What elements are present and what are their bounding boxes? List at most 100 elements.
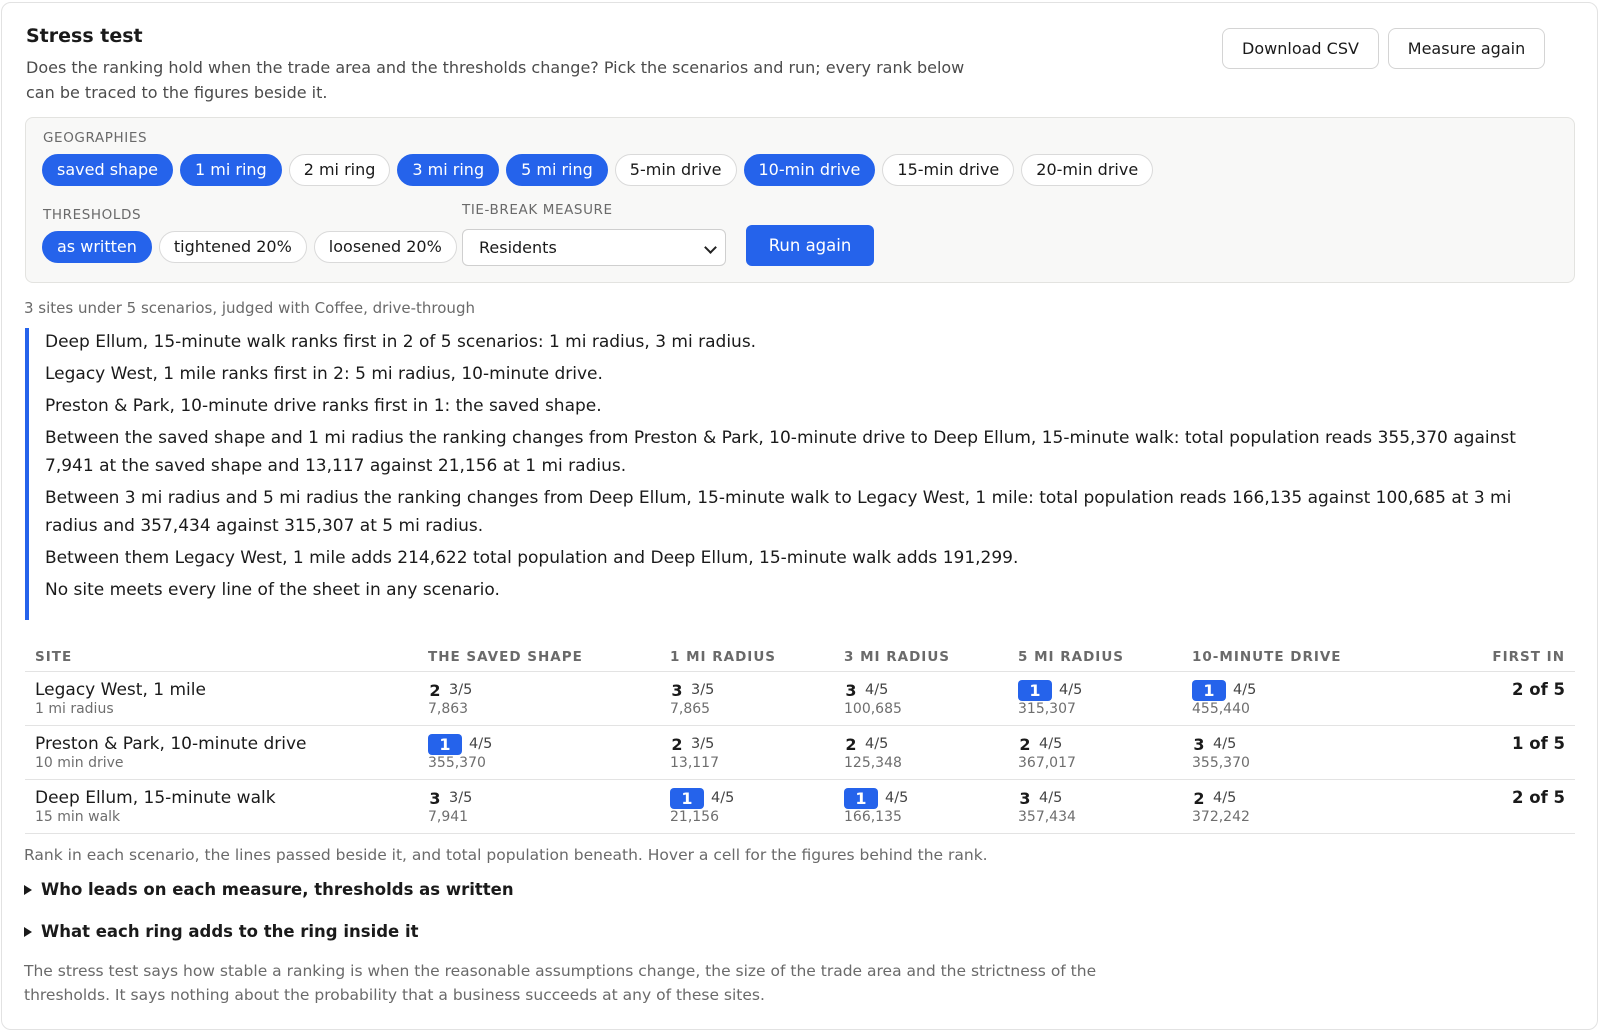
lines-passed: 4/5	[865, 682, 889, 698]
rank-cell[interactable]: 1 4/5 21,156	[660, 779, 834, 834]
footnote: The stress test says how stable a rankin…	[24, 962, 1097, 1004]
total-population: 7,941	[428, 808, 469, 825]
total-population: 13,117	[670, 754, 719, 771]
rank-cell[interactable]: 3 4/5 355,370	[1182, 725, 1392, 780]
lines-passed: 3/5	[449, 790, 473, 806]
threshold-chip[interactable]: loosened 20%	[313, 231, 457, 263]
rank-cell[interactable]: 2 4/5 372,242	[1182, 779, 1392, 834]
lines-passed: 4/5	[885, 790, 909, 806]
first-in-value: 2 of 5	[1512, 787, 1565, 807]
run-again-button[interactable]: Run again	[746, 225, 874, 266]
site-name: Deep Ellum, 15-minute walk	[35, 787, 276, 808]
column-header: 5 MI RADIUS	[1008, 643, 1182, 672]
geography-chip[interactable]: 1 mi ring	[179, 154, 282, 186]
rank-badge: 3	[671, 680, 683, 700]
total-population: 455,440	[1192, 700, 1250, 717]
disclosure-triangle-icon	[24, 926, 32, 937]
total-population: 355,370	[428, 754, 486, 771]
geography-chip[interactable]: 5-min drive	[614, 154, 737, 186]
geography-chip[interactable]: 5 mi ring	[506, 154, 608, 186]
total-population: 372,242	[1192, 808, 1250, 825]
geography-chip[interactable]: 10-min drive	[743, 154, 876, 186]
geography-chip[interactable]: saved shape	[42, 154, 173, 186]
ranking-table: SITE THE SAVED SHAPE 1 MI RADIUS 3 MI RADIU…	[25, 643, 1575, 834]
scenario-summary: 3 sites under 5 scenarios, judged with C…	[24, 299, 475, 317]
geography-chip-group: saved shape 1 mi ring 2 mi ring 3 mi ring 5 …	[42, 154, 1154, 186]
rank-badge: 3	[429, 788, 441, 808]
rank-cell[interactable]: 1 4/5 315,307	[1008, 671, 1182, 726]
rank-cell[interactable]: 3 4/5 100,685	[834, 671, 1008, 726]
finding-line: Between them Legacy West, 1 mile adds 21…	[45, 548, 1019, 568]
site-geography: 1 mi radius	[35, 700, 114, 717]
column-header: 1 MI RADIUS	[660, 643, 834, 672]
rank-badge: 2	[429, 680, 441, 700]
geography-chip[interactable]: 20-min drive	[1021, 154, 1154, 186]
rank-badge: 3	[845, 680, 857, 700]
lines-passed: 4/5	[1059, 682, 1083, 698]
rank-line: 1 4/5	[670, 787, 834, 809]
rank-line: 2 3/5	[428, 680, 660, 701]
rank-line: 2 4/5	[1192, 788, 1392, 809]
rank-badge: 3	[1193, 734, 1205, 754]
finding-line: Legacy West, 1 mile ranks first in 2: 5 …	[45, 364, 603, 384]
thresholds-label: THRESHOLDS	[43, 207, 142, 223]
lines-passed: 4/5	[1213, 790, 1237, 806]
column-header: SITE	[25, 643, 418, 672]
rank-line: 2 3/5	[670, 734, 834, 755]
tiebreak-select-value: Residents	[479, 238, 557, 257]
site-name: Legacy West, 1 mile	[35, 679, 206, 700]
threshold-chip-group: as written tightened 20% loosened 20%	[42, 231, 457, 263]
rank-cell[interactable]: 2 3/5 13,117	[660, 725, 834, 780]
first-in-cell: 1 of 5	[1392, 725, 1575, 780]
rank-line: 3 4/5	[1018, 788, 1182, 809]
disclosure-ring-additions[interactable]: What each ring adds to the ring inside i…	[24, 922, 419, 941]
threshold-chip[interactable]: tightened 20%	[158, 231, 307, 263]
column-header: 3 MI RADIUS	[834, 643, 1008, 672]
scenario-controls-panel: GEOGRAPHIES saved shape 1 mi ring 2 mi rin…	[25, 117, 1575, 283]
lines-passed: 4/5	[1039, 790, 1063, 806]
lines-passed: 4/5	[1233, 682, 1257, 698]
total-population: 166,135	[844, 808, 902, 825]
geography-chip[interactable]: 3 mi ring	[397, 154, 500, 186]
page-title: Stress test	[26, 25, 143, 47]
column-header: FIRST IN	[1392, 643, 1575, 672]
table-caption: Rank in each scenario, the lines passed …	[24, 846, 988, 864]
table-row: Deep Ellum, 15-minute walk 15 min walk 3 3/…	[25, 779, 1575, 834]
download-csv-button[interactable]: Download CSV	[1222, 28, 1379, 69]
disclosure-leaders[interactable]: Who leads on each measure, thresholds as…	[24, 880, 514, 899]
rank-line: 3 4/5	[1192, 734, 1392, 755]
rank-cell[interactable]: 1 4/5 166,135	[834, 779, 1008, 834]
total-population: 100,685	[844, 700, 902, 717]
rank-badge: 2	[845, 734, 857, 754]
measure-again-button[interactable]: Measure again	[1388, 28, 1545, 69]
site-name: Preston & Park, 10-minute drive	[35, 733, 307, 754]
rank-cell[interactable]: 3 3/5 7,865	[660, 671, 834, 726]
finding-line: Deep Ellum, 15-minute walk ranks first i…	[45, 332, 757, 352]
rank-line: 1 4/5	[428, 733, 660, 755]
site-cell: Legacy West, 1 mile 1 mi radius	[25, 671, 418, 726]
lines-passed: 4/5	[711, 790, 735, 806]
rank-cell[interactable]: 1 4/5 455,440	[1182, 671, 1392, 726]
rank-line: 3 3/5	[428, 788, 660, 809]
rank-cell[interactable]: 3 3/5 7,941	[418, 779, 660, 834]
rank-badge: 1	[428, 733, 462, 755]
threshold-chip[interactable]: as written	[42, 231, 152, 263]
tiebreak-select[interactable]: Residents	[462, 229, 726, 266]
rank-cell[interactable]: 2 4/5 367,017	[1008, 725, 1182, 780]
rank-line: 2 4/5	[1018, 734, 1182, 755]
total-population: 367,017	[1018, 754, 1076, 771]
disclosure-leaders-label: Who leads on each measure, thresholds as…	[41, 880, 514, 899]
rank-line: 2 4/5	[844, 734, 1008, 755]
rank-cell[interactable]: 1 4/5 355,370	[418, 725, 660, 780]
lines-passed: 4/5	[865, 736, 889, 752]
table-row: Legacy West, 1 mile 1 mi radius 2 3/5 7,863 3…	[25, 671, 1575, 726]
rank-cell[interactable]: 3 4/5 357,434	[1008, 779, 1182, 834]
lines-passed: 4/5	[469, 736, 493, 752]
first-in-value: 1 of 5	[1512, 733, 1565, 753]
geography-chip[interactable]: 15-min drive	[882, 154, 1015, 186]
rank-line: 1 4/5	[1018, 679, 1182, 701]
total-population: 7,865	[670, 700, 711, 717]
geography-chip[interactable]: 2 mi ring	[288, 154, 391, 186]
rank-cell[interactable]: 2 4/5 125,348	[834, 725, 1008, 780]
rank-cell[interactable]: 2 3/5 7,863	[418, 671, 660, 726]
